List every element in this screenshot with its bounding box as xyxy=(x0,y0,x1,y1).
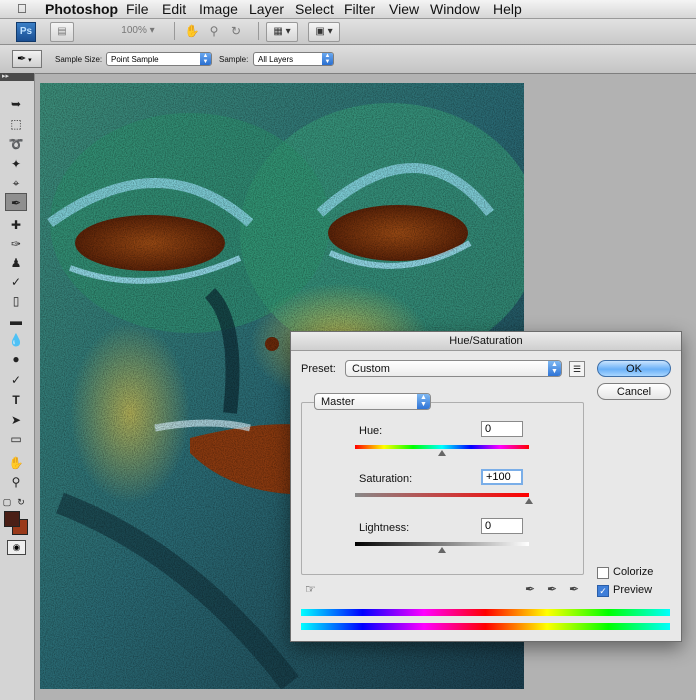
quick-mask-icon[interactable]: ◉ xyxy=(7,540,26,555)
chevron-down-icon: ▾ xyxy=(149,25,155,36)
zoom-tool-icon[interactable]: ⚲ xyxy=(5,473,27,491)
chevron-updown-icon: ▲ ▼ xyxy=(548,361,561,376)
menu-filter[interactable]: Filter xyxy=(344,0,375,18)
chevron-updown-icon: ▲ ▼ xyxy=(322,53,333,65)
zoom-tool-button[interactable]: ⚲ xyxy=(206,22,222,40)
hand-tool-button[interactable]: ✋ xyxy=(184,22,200,40)
arrange-documents-button[interactable]: ▦ ▾ xyxy=(266,22,298,42)
blur-tool-icon[interactable]: 💧 xyxy=(5,331,27,349)
hue-slider-thumb[interactable] xyxy=(438,450,446,456)
move-tool-icon[interactable]: ➥ xyxy=(5,95,27,113)
default-colors-icon[interactable]: ▢ xyxy=(2,493,12,511)
sample-size-select[interactable]: Point Sample ▲ ▼ xyxy=(106,52,212,66)
preset-value: Custom xyxy=(352,363,390,375)
eyedropper-icon: ✒ xyxy=(17,53,27,65)
menu-help[interactable]: Help xyxy=(493,0,522,18)
marquee-tool-icon[interactable]: ⬚ xyxy=(5,115,27,133)
sample-value: All Layers xyxy=(258,55,294,64)
menu-layer[interactable]: Layer xyxy=(249,0,284,18)
type-tool-icon[interactable]: T xyxy=(5,391,27,409)
dodge-tool-icon[interactable]: ● xyxy=(5,350,27,368)
eyedropper-plus-icon[interactable]: ✒ xyxy=(547,582,557,596)
path-selection-tool-icon[interactable]: ➤ xyxy=(5,411,27,429)
sample-size-label: Sample Size: xyxy=(55,55,103,64)
cancel-button[interactable]: Cancel xyxy=(597,383,671,400)
saturation-label: Saturation: xyxy=(359,473,413,485)
colorize-label: Colorize xyxy=(613,566,654,578)
rotate-view-button[interactable]: ↻ xyxy=(228,22,244,40)
menu-image[interactable]: Image xyxy=(199,0,238,18)
saturation-slider-thumb[interactable] xyxy=(525,498,533,504)
eyedropper-icon[interactable]: ✒ xyxy=(525,582,535,596)
hue-field[interactable] xyxy=(481,421,523,437)
brush-tool-icon[interactable]: ✑ xyxy=(5,235,27,253)
zoom-level-select[interactable]: 100% ▾ xyxy=(112,22,164,40)
tools-panel: ▸▸ ➥ ⬚ ➰ ✦ ⌖ ✒ ✚ ✑ ♟ ✓ ▯ ▬ 💧 ● ✓ T ➤ ▭ ✋… xyxy=(0,73,35,700)
photoshop-logo-icon: Ps xyxy=(16,22,36,42)
pen-tool-icon[interactable]: ✓ xyxy=(5,371,27,389)
preset-label: Preset: xyxy=(301,363,336,375)
tools-panel-collapse-icon[interactable]: ▸▸ xyxy=(0,73,34,81)
gradient-tool-icon[interactable]: ▬ xyxy=(5,312,27,330)
sample-label: Sample: xyxy=(219,55,249,64)
menu-app-name[interactable]: Photoshop xyxy=(45,0,118,18)
output-color-bar xyxy=(301,623,670,630)
hue-slider[interactable] xyxy=(355,445,529,449)
foreground-color-swatch[interactable] xyxy=(4,511,20,527)
menu-bar:  Photoshop File Edit Image Layer Select… xyxy=(0,0,696,19)
menu-view[interactable]: View xyxy=(389,0,419,18)
swap-colors-icon[interactable]: ↻ xyxy=(16,493,26,511)
lasso-tool-icon[interactable]: ➰ xyxy=(5,135,27,153)
divider xyxy=(258,22,259,40)
zoom-level-value: 100% xyxy=(121,25,147,36)
clone-stamp-tool-icon[interactable]: ♟ xyxy=(5,254,27,272)
target-adjustment-icon[interactable]: ☞ xyxy=(305,582,316,596)
application-bar: Ps ▤ 100% ▾ ✋ ⚲ ↻ ▦ ▾ ▣ ▾ xyxy=(0,19,696,45)
input-color-bar xyxy=(301,609,670,616)
eraser-tool-icon[interactable]: ▯ xyxy=(5,292,27,310)
hue-label: Hue: xyxy=(359,425,383,437)
hand-tool-icon[interactable]: ✋ xyxy=(5,454,27,472)
eyedropper-tool-icon[interactable]: ✒ xyxy=(5,193,27,211)
colorize-checkbox[interactable] xyxy=(597,567,609,579)
edit-channel-select[interactable]: Master ▲ ▼ xyxy=(314,393,431,410)
lightness-slider[interactable] xyxy=(355,542,529,546)
shape-tool-icon[interactable]: ▭ xyxy=(5,430,27,448)
screen-mode-button[interactable]: ▣ ▾ xyxy=(308,22,340,42)
chevron-down-icon: ▾ xyxy=(26,57,32,64)
crop-tool-icon[interactable]: ⌖ xyxy=(5,174,27,192)
healing-brush-tool-icon[interactable]: ✚ xyxy=(5,216,27,234)
dialog-title: Hue/Saturation xyxy=(291,332,681,351)
preset-select[interactable]: Custom ▲ ▼ xyxy=(345,360,562,377)
preview-checkbox[interactable]: ✓ xyxy=(597,585,609,597)
eyedropper-preset-button[interactable]: ✒ ▾ xyxy=(12,50,42,68)
preset-options-icon[interactable]: ☰ xyxy=(569,361,585,377)
preview-label: Preview xyxy=(613,584,653,596)
sample-select[interactable]: All Layers ▲ ▼ xyxy=(253,52,334,66)
history-brush-tool-icon[interactable]: ✓ xyxy=(5,273,27,291)
sample-size-value: Point Sample xyxy=(111,55,159,64)
hue-saturation-dialog: Hue/Saturation Preset: Custom ▲ ▼ ☰ OK Ca… xyxy=(290,331,682,642)
menu-edit[interactable]: Edit xyxy=(162,0,186,18)
menu-file[interactable]: File xyxy=(126,0,149,18)
lightness-field[interactable] xyxy=(481,518,523,534)
lightness-label: Lightness: xyxy=(359,522,410,534)
options-bar: ✒ ▾ Sample Size: Point Sample ▲ ▼ Sample:… xyxy=(0,45,696,74)
chevron-updown-icon: ▲ ▼ xyxy=(200,53,211,65)
bridge-button[interactable]: ▤ xyxy=(50,22,74,42)
ok-button[interactable]: OK xyxy=(597,360,671,377)
lightness-slider-thumb[interactable] xyxy=(438,547,446,553)
apple-menu-icon[interactable]:  xyxy=(17,1,27,16)
chevron-updown-icon: ▲ ▼ xyxy=(417,394,430,409)
magic-wand-tool-icon[interactable]: ✦ xyxy=(5,155,27,173)
edit-channel-value: Master xyxy=(321,396,355,408)
saturation-slider[interactable] xyxy=(355,493,529,497)
eyedropper-minus-icon[interactable]: ✒ xyxy=(569,582,579,596)
menu-select[interactable]: Select xyxy=(295,0,334,18)
divider xyxy=(174,22,175,40)
menu-window[interactable]: Window xyxy=(430,0,480,18)
saturation-field[interactable] xyxy=(481,469,523,485)
